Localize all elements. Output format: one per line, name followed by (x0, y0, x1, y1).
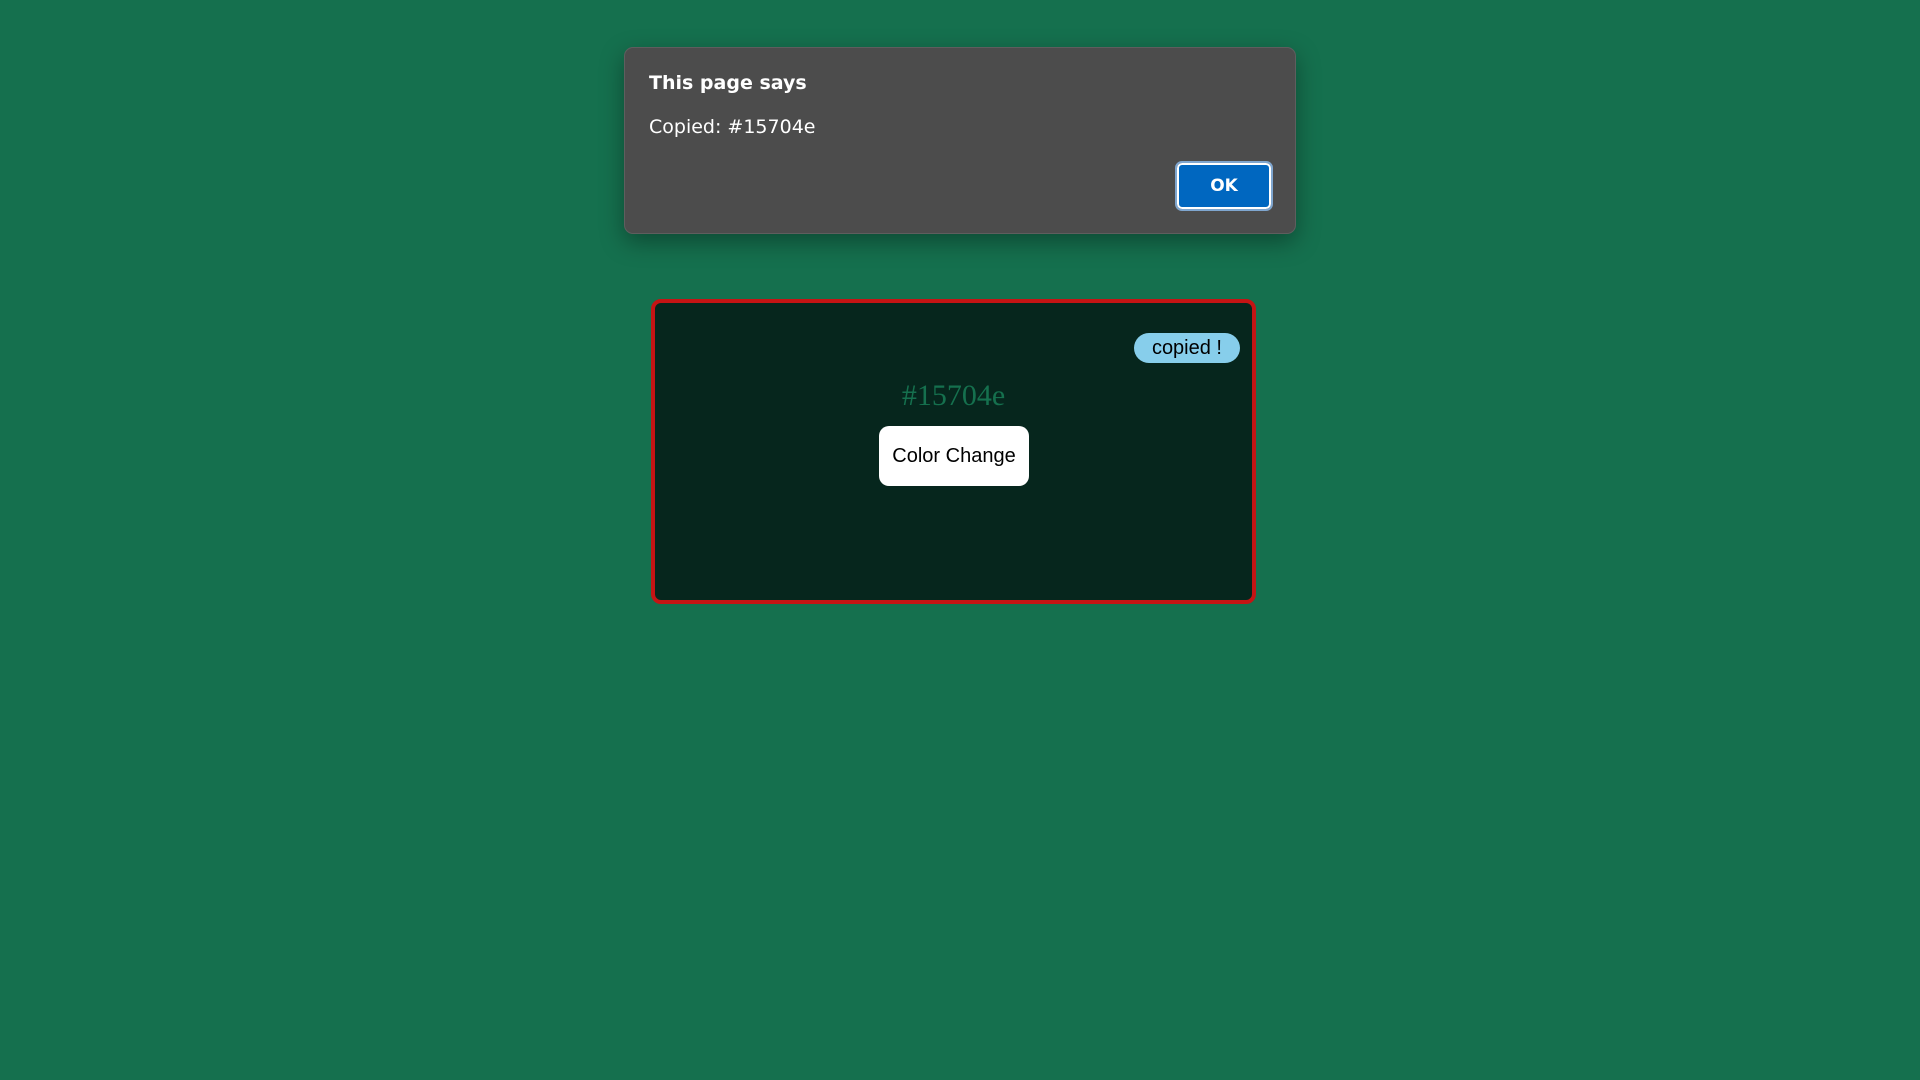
page-background: This page says Copied: #15704e OK copied… (0, 0, 1920, 1080)
alert-ok-button[interactable]: OK (1175, 161, 1273, 211)
alert-dialog: This page says Copied: #15704e OK (624, 47, 1296, 234)
alert-title: This page says (649, 72, 807, 94)
color-change-button[interactable]: Color Change (879, 426, 1029, 486)
copied-badge: copied ! (1133, 333, 1240, 363)
color-card: copied ! #15704e Color Change (651, 299, 1256, 604)
alert-message: Copied: #15704e (649, 116, 816, 138)
color-code-text[interactable]: #15704e (655, 379, 1252, 413)
